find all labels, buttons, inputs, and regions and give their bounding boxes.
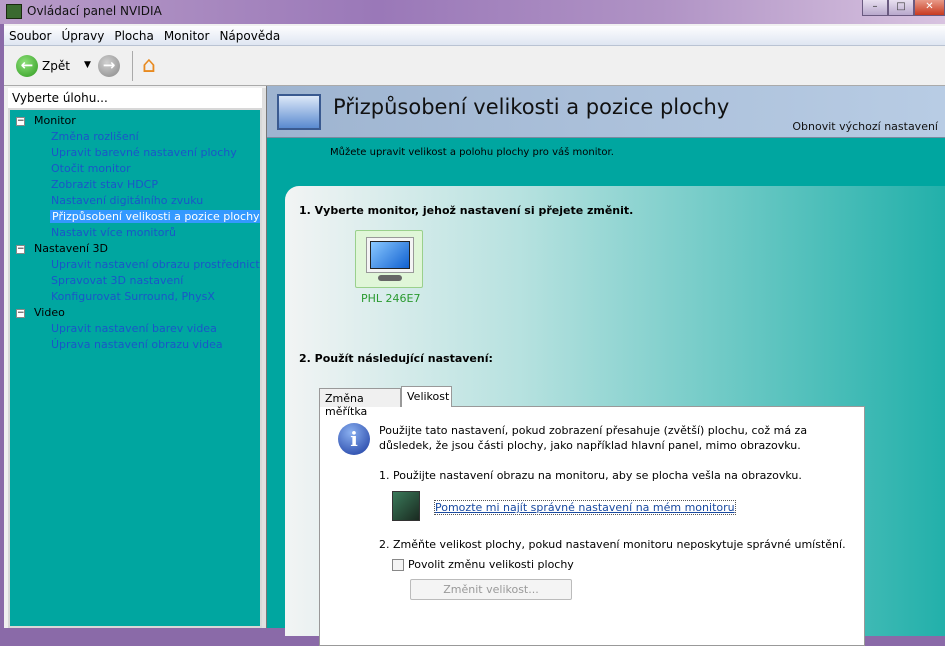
collapse-icon[interactable]: − [16, 117, 25, 126]
monitor-remote-icon [392, 491, 420, 521]
resize-button[interactable]: Změnit velikost... [410, 579, 572, 600]
tree-item[interactable]: Přizpůsobení velikosti a pozice plochy [50, 210, 260, 223]
menu-plocha[interactable]: Plocha [109, 26, 158, 43]
menu-monitor[interactable]: Monitor [159, 26, 215, 43]
tree-item[interactable]: Nastavení digitálního zvuku [51, 194, 203, 207]
app-window: Soubor Úpravy Plocha Monitor Nápověda ← Zpět… [4, 24, 945, 646]
step2-heading: 2. Použít následující nastavení: [299, 352, 493, 365]
menu-bar: Soubor Úpravy Plocha Monitor Nápověda [4, 26, 945, 46]
info-text: Použijte tato nastavení, pokud zobrazení… [379, 424, 808, 452]
tree-item[interactable]: Nastavit více monitorů [51, 226, 176, 239]
tree-item[interactable]: Změna rozlišení [51, 130, 139, 143]
tree-item[interactable]: Spravovat 3D nastavení [51, 274, 183, 287]
home-icon[interactable]: ⌂ [142, 53, 156, 78]
content-pane: Přizpůsobení velikosti a pozice plochy O… [266, 86, 945, 646]
back-dropdown-icon[interactable]: ▼ [84, 60, 91, 70]
back-button[interactable]: ← Zpět [16, 55, 70, 77]
info-icon: i [338, 423, 370, 455]
tree-group[interactable]: Video [34, 306, 65, 319]
nvidia-app-icon [6, 4, 22, 19]
menu-napoveda[interactable]: Nápověda [214, 26, 285, 43]
tree-item[interactable]: Konfigurovat Surround, PhysX [51, 290, 215, 303]
tree-item[interactable]: Upravit nastavení obrazu prostřednictvím… [51, 258, 260, 271]
toolbar-divider [132, 51, 133, 81]
display-settings-icon [277, 94, 321, 130]
collapse-icon[interactable]: − [16, 309, 25, 318]
step-monitor-settings: 1. Použijte nastavení obrazu na monitoru… [379, 469, 802, 482]
page-title: Přizpůsobení velikosti a pozice plochy [333, 95, 730, 119]
tab-content: i Použijte tato nastavení, pokud zobraze… [319, 406, 865, 646]
menu-upravy[interactable]: Úpravy [56, 26, 109, 43]
maximize-button[interactable]: □ [888, 0, 914, 16]
step-resize: 2. Změňte velikost plochy, pokud nastave… [379, 538, 846, 551]
tree-group[interactable]: Monitor [34, 114, 76, 127]
task-tree: − Monitor Změna rozlišení Upravit barevné n… [8, 108, 262, 628]
forward-button[interactable]: → [98, 55, 120, 77]
page-header: Přizpůsobení velikosti a pozice plochy O… [267, 86, 945, 138]
tree-group[interactable]: Nastavení 3D [34, 242, 108, 255]
tab-size[interactable]: Velikost [401, 386, 452, 407]
monitor-stand [378, 275, 402, 281]
minimize-button[interactable]: – [862, 0, 888, 16]
monitor-help-link[interactable]: Pomozte mi najít správné nastavení na mé… [434, 500, 736, 515]
step1-heading: 1. Vyberte monitor, jehož nastavení si p… [299, 204, 634, 217]
monitor-name[interactable]: PHL 246E7 [361, 292, 420, 305]
tree-item[interactable]: Úprava nastavení obrazu videa [51, 338, 223, 351]
menu-soubor[interactable]: Soubor [4, 26, 56, 43]
settings-panel: 1. Vyberte monitor, jehož nastavení si p… [285, 186, 945, 646]
collapse-icon[interactable]: − [16, 245, 25, 254]
settings-tabs: i Použijte tato nastavení, pokud zobraze… [319, 386, 865, 646]
page-description: Můžete upravit velikost a polohu plochy … [330, 147, 614, 158]
tree-item[interactable]: Upravit barevné nastavení plochy [51, 146, 237, 159]
window-title: Ovládací panel NVIDIA [27, 4, 162, 18]
toolbar: ← Zpět ▼ → ⌂ [4, 46, 945, 86]
back-arrow-icon: ← [16, 55, 38, 77]
enable-resize-checkbox[interactable] [392, 559, 404, 571]
title-bar: Ovládací panel NVIDIA – □ ✕ [0, 0, 945, 24]
enable-resize-label[interactable]: Povolit změnu velikosti plochy [408, 558, 574, 571]
back-label: Zpět [42, 59, 70, 73]
close-button[interactable]: ✕ [914, 0, 945, 16]
task-panel-header: Vyberte úlohu... [8, 88, 262, 108]
restore-defaults-link[interactable]: Obnovit výchozí nastavení [792, 120, 938, 133]
tab-scaling[interactable]: Změna měřítka [319, 388, 401, 418]
tree-item[interactable]: Otočit monitor [51, 162, 131, 175]
monitor-tile[interactable] [355, 230, 423, 288]
tree-item[interactable]: Zobrazit stav HDCP [51, 178, 158, 191]
monitor-icon [366, 237, 414, 273]
tree-item[interactable]: Upravit nastavení barev videa [51, 322, 217, 335]
